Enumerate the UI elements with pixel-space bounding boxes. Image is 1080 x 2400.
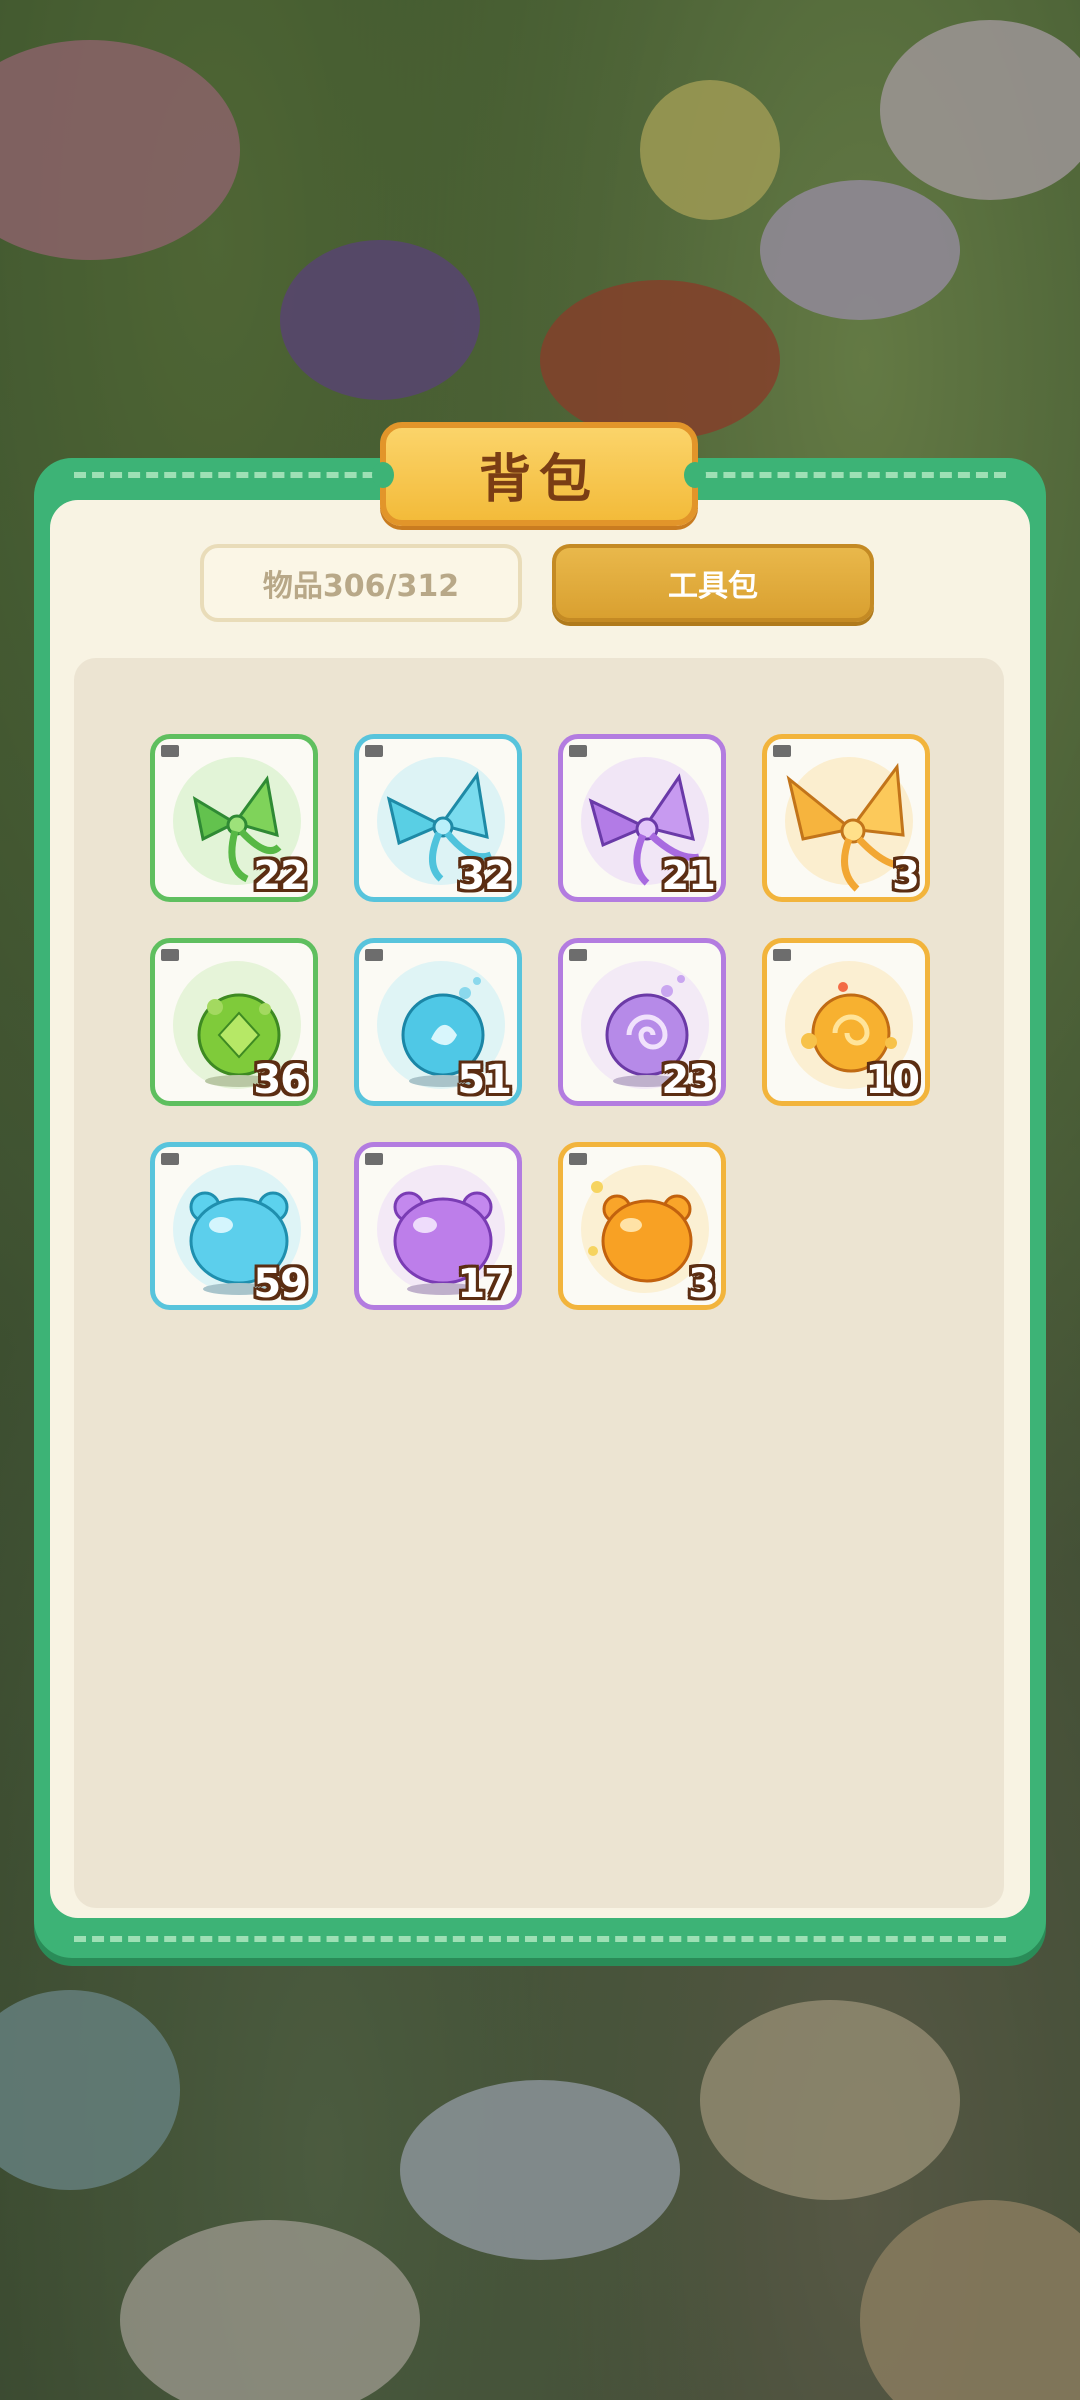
panel-title: 背包: [478, 449, 599, 510]
item-slot[interactable]: 10: [762, 938, 930, 1106]
item-slot[interactable]: 17: [354, 1142, 522, 1310]
tab-toolkit[interactable]: 工具包: [552, 544, 874, 622]
item-count: 22: [253, 853, 308, 899]
item-slot[interactable]: 3: [762, 734, 930, 902]
item-slot[interactable]: 3: [558, 1142, 726, 1310]
item-count: 3: [688, 1261, 716, 1307]
item-count: 32: [457, 853, 512, 899]
item-slot[interactable]: 51: [354, 938, 522, 1106]
item-slot[interactable]: 36: [150, 938, 318, 1106]
item-slot[interactable]: 21: [558, 734, 726, 902]
title-plaque: 背包: [372, 422, 706, 526]
item-count: 51: [457, 1057, 512, 1103]
item-count: 10: [865, 1057, 920, 1103]
item-slot[interactable]: 32: [354, 734, 522, 902]
item-slot[interactable]: 59: [150, 1142, 318, 1310]
item-count: 23: [661, 1057, 716, 1103]
item-count: 59: [253, 1261, 308, 1307]
tab-items[interactable]: 物品306/312: [200, 544, 522, 622]
item-slot[interactable]: 22: [150, 734, 318, 902]
item-count: 21: [661, 853, 716, 899]
item-slot[interactable]: 23: [558, 938, 726, 1106]
panel-stitch-bottom: [74, 1936, 1006, 1942]
item-count: 3: [892, 853, 920, 899]
item-count: 17: [457, 1261, 512, 1307]
item-count: 36: [253, 1057, 308, 1103]
